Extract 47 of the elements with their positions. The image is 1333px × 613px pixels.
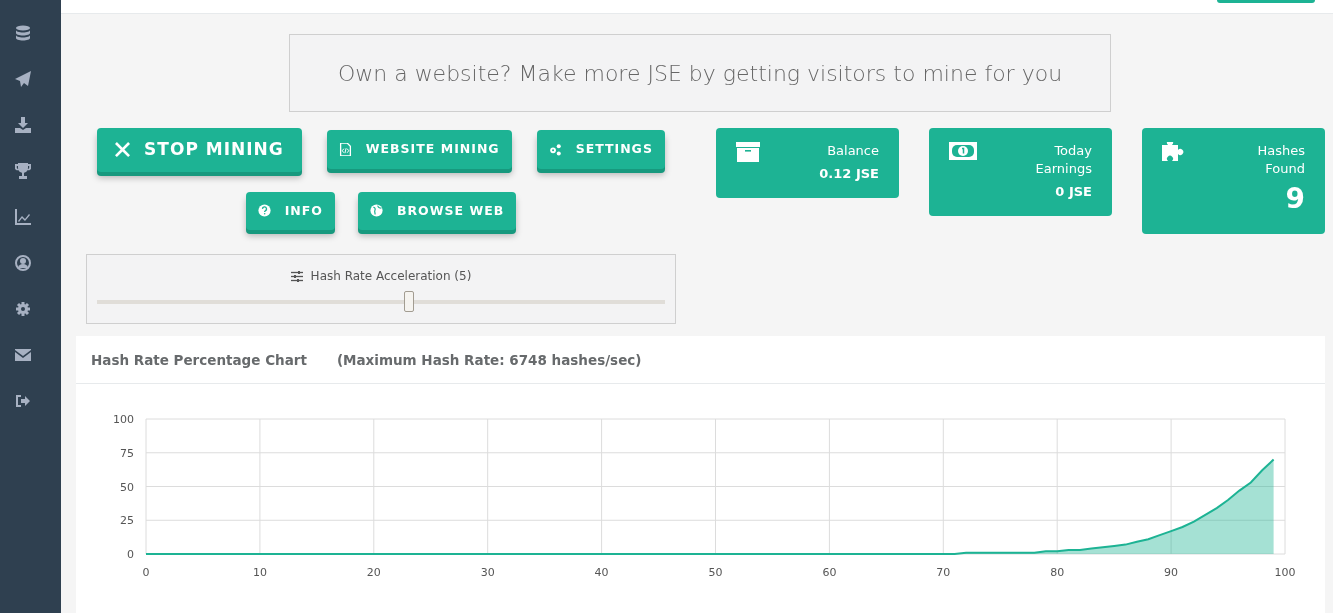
slider-label: Hash Rate Acceleration (5) [310, 268, 472, 286]
sliders-icon [290, 270, 303, 282]
banner-text: Own a website? Make more JSE by getting visitors to mine for you [337, 59, 1063, 88]
x-tick-label: 30 [480, 566, 495, 580]
x-tick-label: 20 [366, 566, 381, 580]
action-button[interactable]: BROWSE WEB [357, 191, 517, 231]
action-button[interactable]: SETTINGS [536, 130, 665, 170]
banknote-icon [949, 142, 977, 160]
slider-thumb[interactable] [404, 291, 415, 313]
gear-icon[interactable] [15, 301, 31, 317]
question-icon [257, 204, 271, 218]
paper-plane-icon[interactable] [15, 71, 31, 87]
database-icon[interactable] [15, 25, 31, 41]
download-icon[interactable] [15, 117, 31, 133]
chart-subtitle: (Maximum Hash Rate: 6748 hashes/sec) [336, 350, 642, 370]
y-tick-label: 100 [113, 413, 134, 427]
x-tick-label: 90 [1164, 566, 1179, 580]
line-chart-icon[interactable] [15, 209, 31, 225]
y-tick-label: 50 [120, 480, 134, 494]
envelope-icon[interactable] [15, 347, 31, 363]
action-button[interactable]: INFO [245, 191, 335, 231]
y-tick-label: 25 [120, 514, 134, 528]
x-tick-label: 80 [1050, 566, 1065, 580]
puzzle-piece-icon [1162, 142, 1184, 164]
x-tick-label: 0 [142, 566, 150, 580]
x-tick-label: 10 [252, 566, 267, 580]
x-tick-label: 100 [1274, 566, 1296, 580]
trophy-icon[interactable] [15, 163, 31, 179]
stat-label: Balance [826, 142, 879, 160]
x-tick-label: 60 [822, 566, 837, 580]
x-tick-label: 70 [936, 566, 951, 580]
stat-value: 0.12 JSE [818, 165, 879, 183]
x-tick-label: 40 [594, 566, 609, 580]
stat-value: 9 [1284, 181, 1305, 217]
sign-out-icon[interactable] [15, 393, 31, 409]
stat-label: Today Earnings [1034, 142, 1092, 178]
close-icon [115, 142, 131, 158]
code-file-icon [338, 143, 352, 157]
user-circle-icon[interactable] [15, 255, 31, 271]
y-tick-label: 0 [127, 548, 134, 562]
x-tick-label: 50 [708, 566, 723, 580]
archive-box-icon [736, 142, 760, 162]
y-tick-label: 75 [120, 447, 134, 460]
stat-value: 0 JSE [1054, 183, 1092, 201]
action-button[interactable]: WEBSITE MINING [326, 130, 512, 170]
stat-label: Hashes Found [1256, 142, 1305, 178]
chart-title: Hash Rate Percentage Chart [91, 350, 307, 370]
